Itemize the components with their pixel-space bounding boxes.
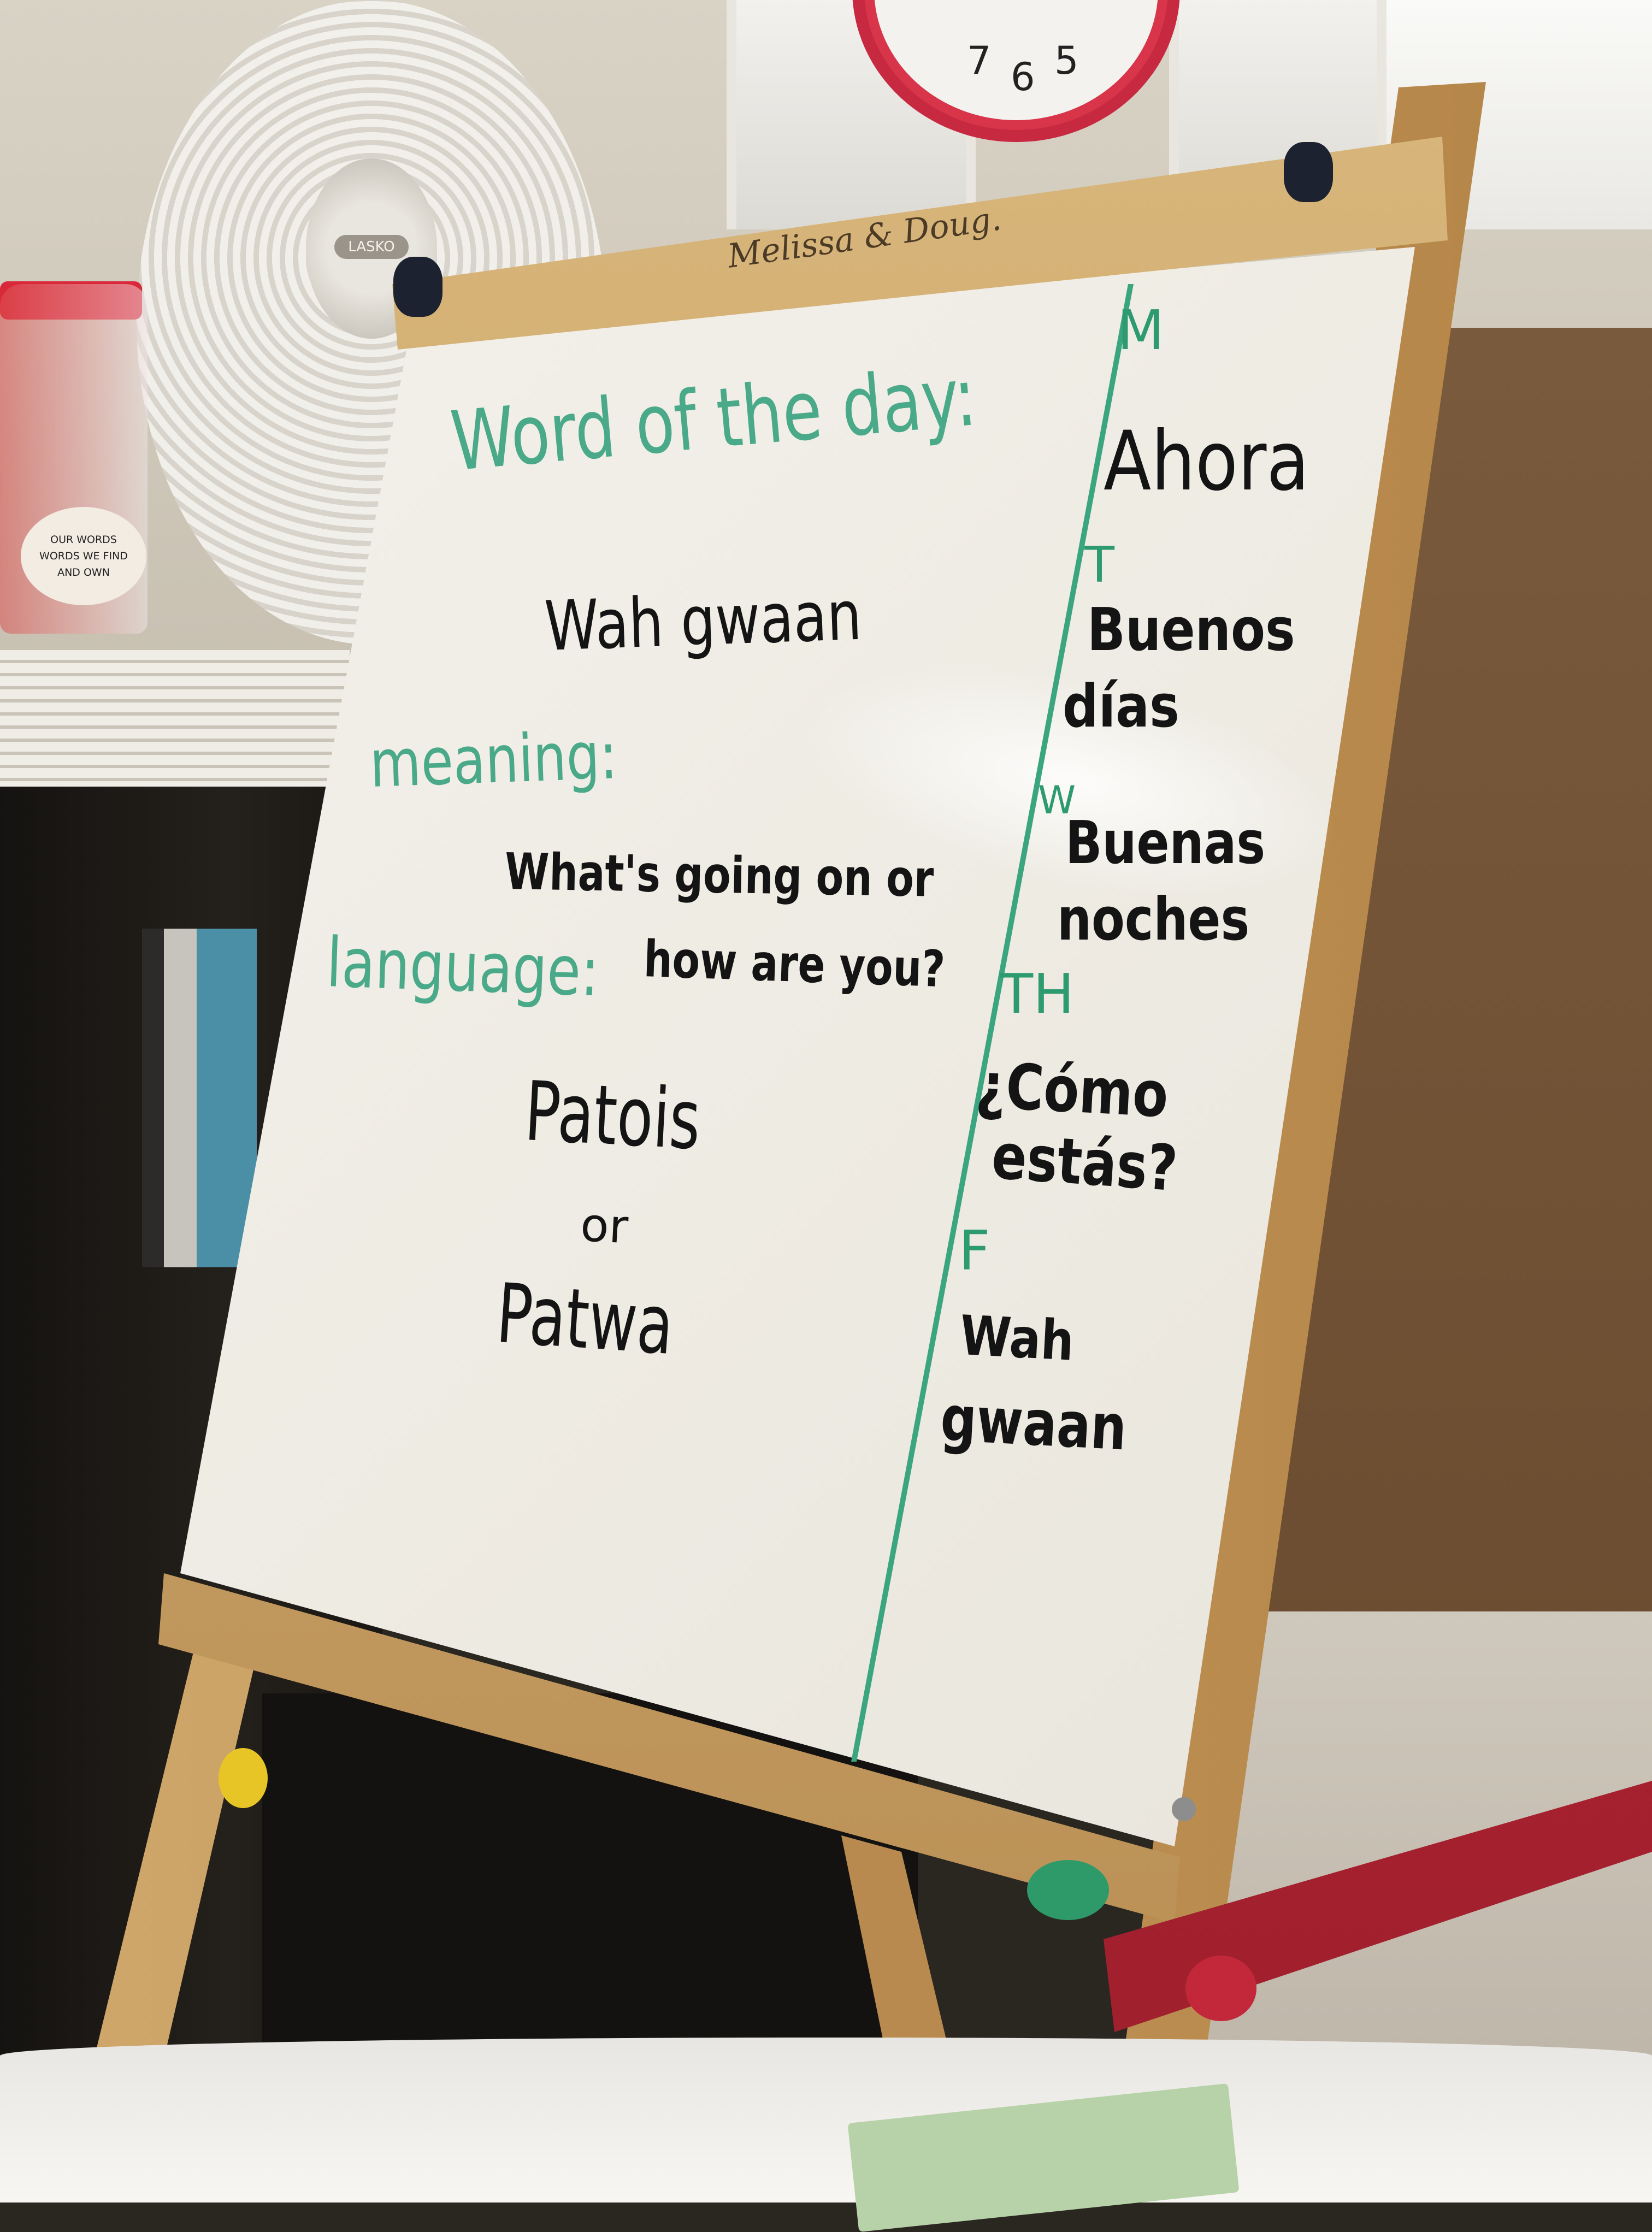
day-letter-thursday: TH — [1000, 962, 1075, 1026]
clock-number: 6 — [1011, 55, 1035, 99]
word-monday: Ahora — [1104, 414, 1309, 509]
jar-label-line: AND OWN — [57, 566, 110, 578]
jar-label-line: OUR WORDS — [50, 534, 117, 546]
book-spine — [164, 929, 197, 1267]
word-tuesday-line-2: días — [1063, 672, 1179, 741]
language-name-2: Patwa — [493, 1266, 677, 1374]
board-clip — [393, 257, 442, 317]
jar-label: OUR WORDS WORDS WE FIND AND OWN — [21, 507, 146, 605]
meaning-label: meaning: — [368, 718, 619, 802]
stacked-books — [0, 650, 350, 792]
bolt — [1172, 1797, 1196, 1821]
language-name-1: Patois — [522, 1064, 703, 1168]
meaning-line-2: how are you? — [642, 930, 946, 999]
day-letter-tuesday: T — [1084, 536, 1114, 594]
word-wednesday-line-1: Buenas — [1065, 809, 1266, 877]
jar-label-line: WORDS WE FIND — [39, 550, 128, 562]
language-label: language: — [325, 923, 601, 1012]
yellow-knob — [219, 1748, 268, 1808]
word-wednesday-line-2: noches — [1057, 885, 1250, 954]
word-friday-line-2: gwaan — [939, 1382, 1129, 1465]
language-or: or — [579, 1198, 630, 1255]
day-letter-friday: F — [959, 1219, 990, 1283]
meaning-line-1: What's going on or — [504, 842, 935, 908]
word-thursday-line-1: ¿Cómo — [974, 1049, 1170, 1132]
red-knob — [1185, 1956, 1256, 2021]
word-tuesday-line-1: Buenos — [1087, 596, 1295, 664]
clock-face: 7 6 5 — [874, 0, 1158, 120]
word-of-day: Wah gwaan — [543, 576, 863, 666]
fan-brand-badge: LASKO — [334, 235, 409, 259]
board-clip — [1284, 142, 1333, 202]
table-top — [0, 2038, 1652, 2203]
word-friday-line-1: Wah — [958, 1303, 1076, 1373]
green-knob — [1027, 1860, 1109, 1920]
clock-number: 5 — [1054, 38, 1079, 83]
word-thursday-line-2: estás? — [989, 1120, 1180, 1206]
clock-number: 7 — [967, 38, 992, 83]
day-letter-monday: M — [1117, 298, 1165, 362]
classroom-scene: LASKO 7 6 5 OUR WORDS WORDS WE FIND AND … — [0, 0, 1652, 2232]
